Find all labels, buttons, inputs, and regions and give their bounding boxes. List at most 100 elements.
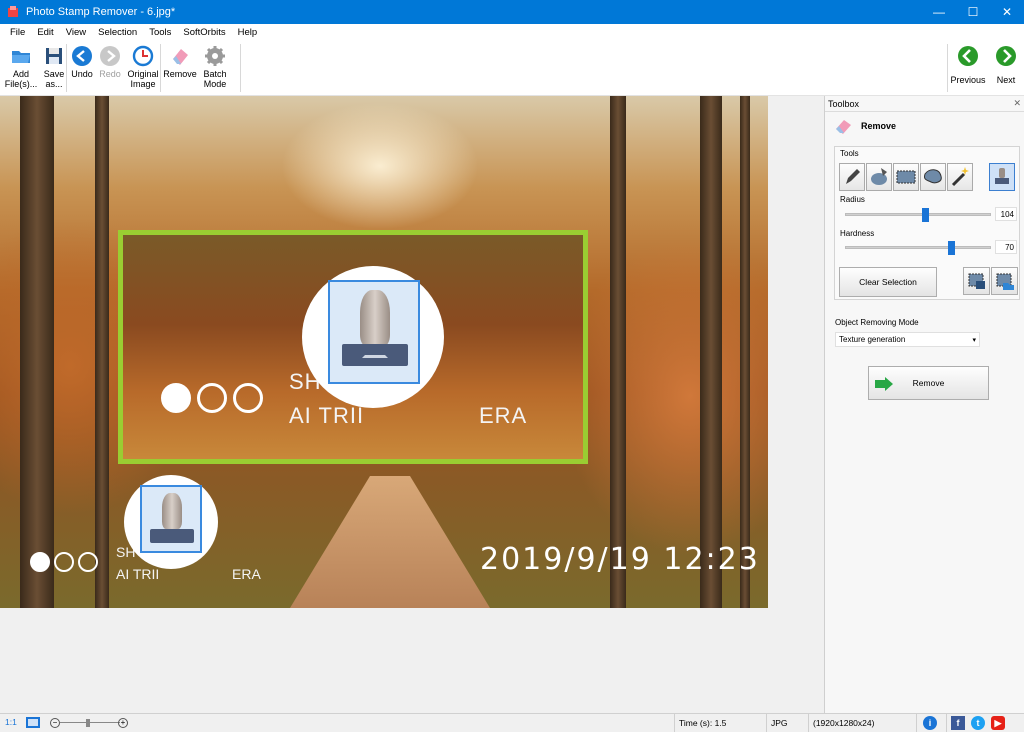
hardness-slider-thumb[interactable] bbox=[948, 241, 956, 255]
youtube-icon[interactable]: ▶ bbox=[991, 716, 1005, 730]
stamp-tool-button[interactable] bbox=[989, 163, 1015, 191]
next-button[interactable]: Next bbox=[994, 42, 1018, 94]
menu-bar: File Edit View Selection Tools SoftOrbit… bbox=[0, 24, 1024, 40]
magic-wand-icon bbox=[951, 167, 969, 187]
menu-view[interactable]: View bbox=[60, 27, 92, 38]
save-as-button[interactable]: Save as... bbox=[42, 42, 66, 94]
load-mask-button[interactable] bbox=[991, 267, 1018, 295]
removing-mode-select[interactable]: Texture generation ▾ bbox=[835, 332, 980, 347]
original-image-button[interactable]: Original Image bbox=[126, 42, 160, 94]
info-icon[interactable]: i bbox=[923, 716, 937, 730]
remove-button[interactable]: Remove bbox=[868, 366, 989, 400]
watermark-dots-small bbox=[30, 552, 98, 572]
arrow-left-icon bbox=[957, 45, 979, 67]
arrow-right-icon bbox=[875, 377, 893, 391]
removing-mode-label: Object Removing Mode bbox=[835, 318, 919, 327]
pencil-tool-button[interactable] bbox=[839, 163, 865, 191]
batch-mode-button[interactable]: Batch Mode bbox=[200, 42, 230, 94]
stamp-icon bbox=[328, 280, 420, 384]
menu-tools[interactable]: Tools bbox=[143, 27, 177, 38]
stamp-icon bbox=[140, 485, 202, 553]
toolbar-separator bbox=[160, 44, 161, 92]
toolbar: Add File(s)... Save as... Undo Redo Orig… bbox=[0, 40, 1024, 96]
save-mask-icon bbox=[968, 273, 985, 289]
zoom-in-icon[interactable]: + bbox=[118, 718, 128, 728]
menu-file[interactable]: File bbox=[4, 27, 31, 38]
redo-button[interactable]: Redo bbox=[98, 42, 122, 94]
lasso-tool-button[interactable] bbox=[920, 163, 946, 191]
dot bbox=[161, 383, 191, 413]
clear-selection-button[interactable]: Clear Selection bbox=[839, 267, 937, 297]
toolbar-separator bbox=[947, 44, 948, 92]
zoom-slider-thumb[interactable] bbox=[86, 719, 90, 727]
title-bar: Photo Stamp Remover - 6.jpg* — ☐ ✕ bbox=[0, 0, 1024, 24]
zoom-ratio[interactable]: 1:1 bbox=[5, 717, 17, 727]
forest-path bbox=[290, 476, 490, 608]
eraser-icon bbox=[833, 117, 855, 135]
foliage bbox=[560, 236, 768, 556]
menu-edit[interactable]: Edit bbox=[31, 27, 59, 38]
status-bar: 1:1 − + Time (s): 1.5 JPG (1920x1280x24)… bbox=[0, 713, 1024, 732]
remove-button-label: Remove bbox=[912, 378, 945, 388]
maximize-button[interactable]: ☐ bbox=[956, 0, 990, 24]
radius-slider[interactable] bbox=[845, 208, 991, 222]
watermark-dots bbox=[161, 383, 263, 413]
chevron-down-icon: ▾ bbox=[972, 336, 976, 344]
add-files-button[interactable]: Add File(s)... bbox=[4, 42, 38, 94]
undo-button[interactable]: Undo bbox=[70, 42, 94, 94]
save-mask-button[interactable] bbox=[963, 267, 990, 295]
previous-label: Previous bbox=[950, 75, 986, 85]
previous-button[interactable]: Previous bbox=[950, 42, 986, 94]
removing-mode-value: Texture generation bbox=[839, 335, 906, 344]
twitter-icon[interactable]: t bbox=[971, 716, 985, 730]
menu-selection[interactable]: Selection bbox=[92, 27, 143, 38]
redo-icon bbox=[99, 45, 121, 67]
fit-to-window-icon[interactable] bbox=[26, 717, 40, 728]
close-button[interactable]: ✕ bbox=[990, 0, 1024, 24]
dot bbox=[233, 383, 263, 413]
menu-help[interactable]: Help bbox=[232, 27, 264, 38]
tree-trunk bbox=[700, 96, 722, 608]
eraser-icon bbox=[169, 45, 191, 67]
tree-trunk bbox=[95, 96, 109, 608]
redo-label: Redo bbox=[99, 69, 121, 79]
time-status: Time (s): 1.5 bbox=[674, 714, 766, 732]
toolbox-close-button[interactable]: ✕ bbox=[1013, 98, 1021, 109]
format-status: JPG bbox=[766, 714, 808, 732]
clear-selection-label: Clear Selection bbox=[859, 277, 917, 287]
remove-toolbar-button[interactable]: Remove bbox=[163, 42, 197, 94]
brush-tool-button[interactable] bbox=[866, 163, 892, 191]
menu-softorbits[interactable]: SoftOrbits bbox=[177, 27, 231, 38]
zoom-slider[interactable] bbox=[60, 722, 120, 723]
minimize-button[interactable]: — bbox=[922, 0, 956, 24]
gear-icon bbox=[204, 45, 226, 67]
folder-open-icon bbox=[10, 45, 32, 67]
radius-value[interactable]: 104 bbox=[995, 207, 1017, 221]
toolbar-separator bbox=[240, 44, 241, 92]
toolbox-panel: Toolbox ✕ Remove Tools Radius 104 Hardne… bbox=[824, 96, 1024, 713]
batch-mode-label: Batch Mode bbox=[203, 69, 227, 89]
dot bbox=[197, 383, 227, 413]
rectangle-tool-button[interactable] bbox=[893, 163, 919, 191]
zoom-out-icon[interactable]: − bbox=[50, 718, 60, 728]
add-files-label: Add File(s)... bbox=[4, 69, 38, 89]
radius-slider-thumb[interactable] bbox=[921, 208, 929, 222]
tool-buttons bbox=[839, 163, 1015, 191]
hardness-label: Hardness bbox=[840, 229, 875, 238]
pencil-icon bbox=[846, 169, 860, 184]
facebook-icon[interactable]: f bbox=[951, 716, 965, 730]
clock-icon bbox=[132, 45, 154, 67]
hardness-value[interactable]: 70 bbox=[995, 240, 1017, 254]
dot bbox=[78, 552, 98, 572]
load-mask-icon bbox=[996, 273, 1014, 290]
stamp-cursor-small bbox=[124, 475, 218, 569]
hardness-slider[interactable] bbox=[845, 241, 991, 255]
dot bbox=[30, 552, 50, 572]
image-canvas[interactable]: SH AI TRII ERA SH AI TRII ERA 2019/9/19 … bbox=[0, 96, 822, 713]
watermark-small-suffix: ERA bbox=[232, 566, 261, 582]
lasso-icon bbox=[924, 169, 942, 184]
stamp-icon bbox=[995, 168, 1009, 184]
window-title: Photo Stamp Remover - 6.jpg* bbox=[26, 6, 176, 18]
magic-wand-tool-button[interactable] bbox=[947, 163, 973, 191]
